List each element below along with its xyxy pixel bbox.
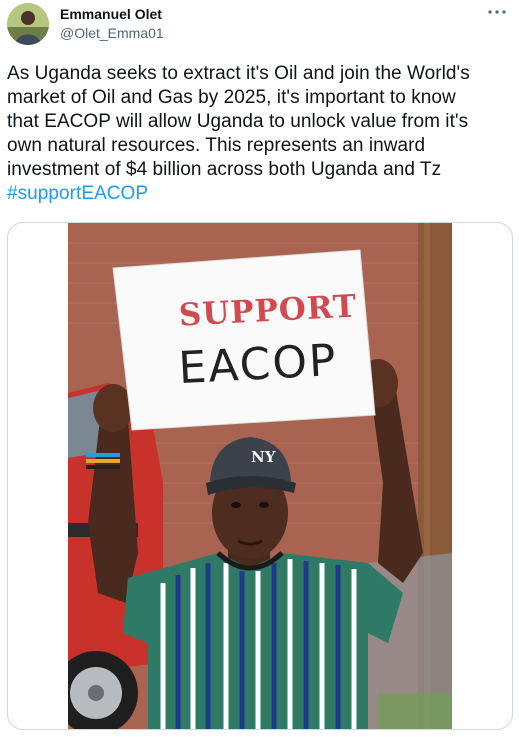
avatar[interactable]: [7, 3, 49, 45]
tweet-line: investment of $4 billion across both Uga…: [7, 159, 442, 180]
user-name[interactable]: Emmanuel Olet: [60, 6, 162, 22]
user-handle[interactable]: @Olet_Emma01: [60, 25, 164, 41]
hashtag-link[interactable]: #supportEACOP: [7, 182, 515, 206]
tweet: Emmanuel Olet @Olet_Emma01 As Uganda see…: [0, 0, 519, 737]
tweet-text: As Uganda seeks to extract it's Oil and …: [7, 62, 515, 206]
tweet-line: that EACOP will allow Uganda to unlock v…: [7, 111, 469, 132]
tweet-line: own natural resources. This represents a…: [7, 135, 426, 156]
photo[interactable]: SUPPORT EACOP NY: [68, 223, 452, 729]
more-horizontal-icon[interactable]: [485, 4, 509, 20]
tweet-line: As Uganda seeks to extract it's Oil and …: [7, 63, 470, 84]
tweet-line: market of Oil and Gas by 2025, it's impo…: [7, 87, 456, 108]
cap-logo: NY: [251, 448, 276, 466]
tweet-media[interactable]: SUPPORT EACOP NY: [7, 222, 513, 730]
